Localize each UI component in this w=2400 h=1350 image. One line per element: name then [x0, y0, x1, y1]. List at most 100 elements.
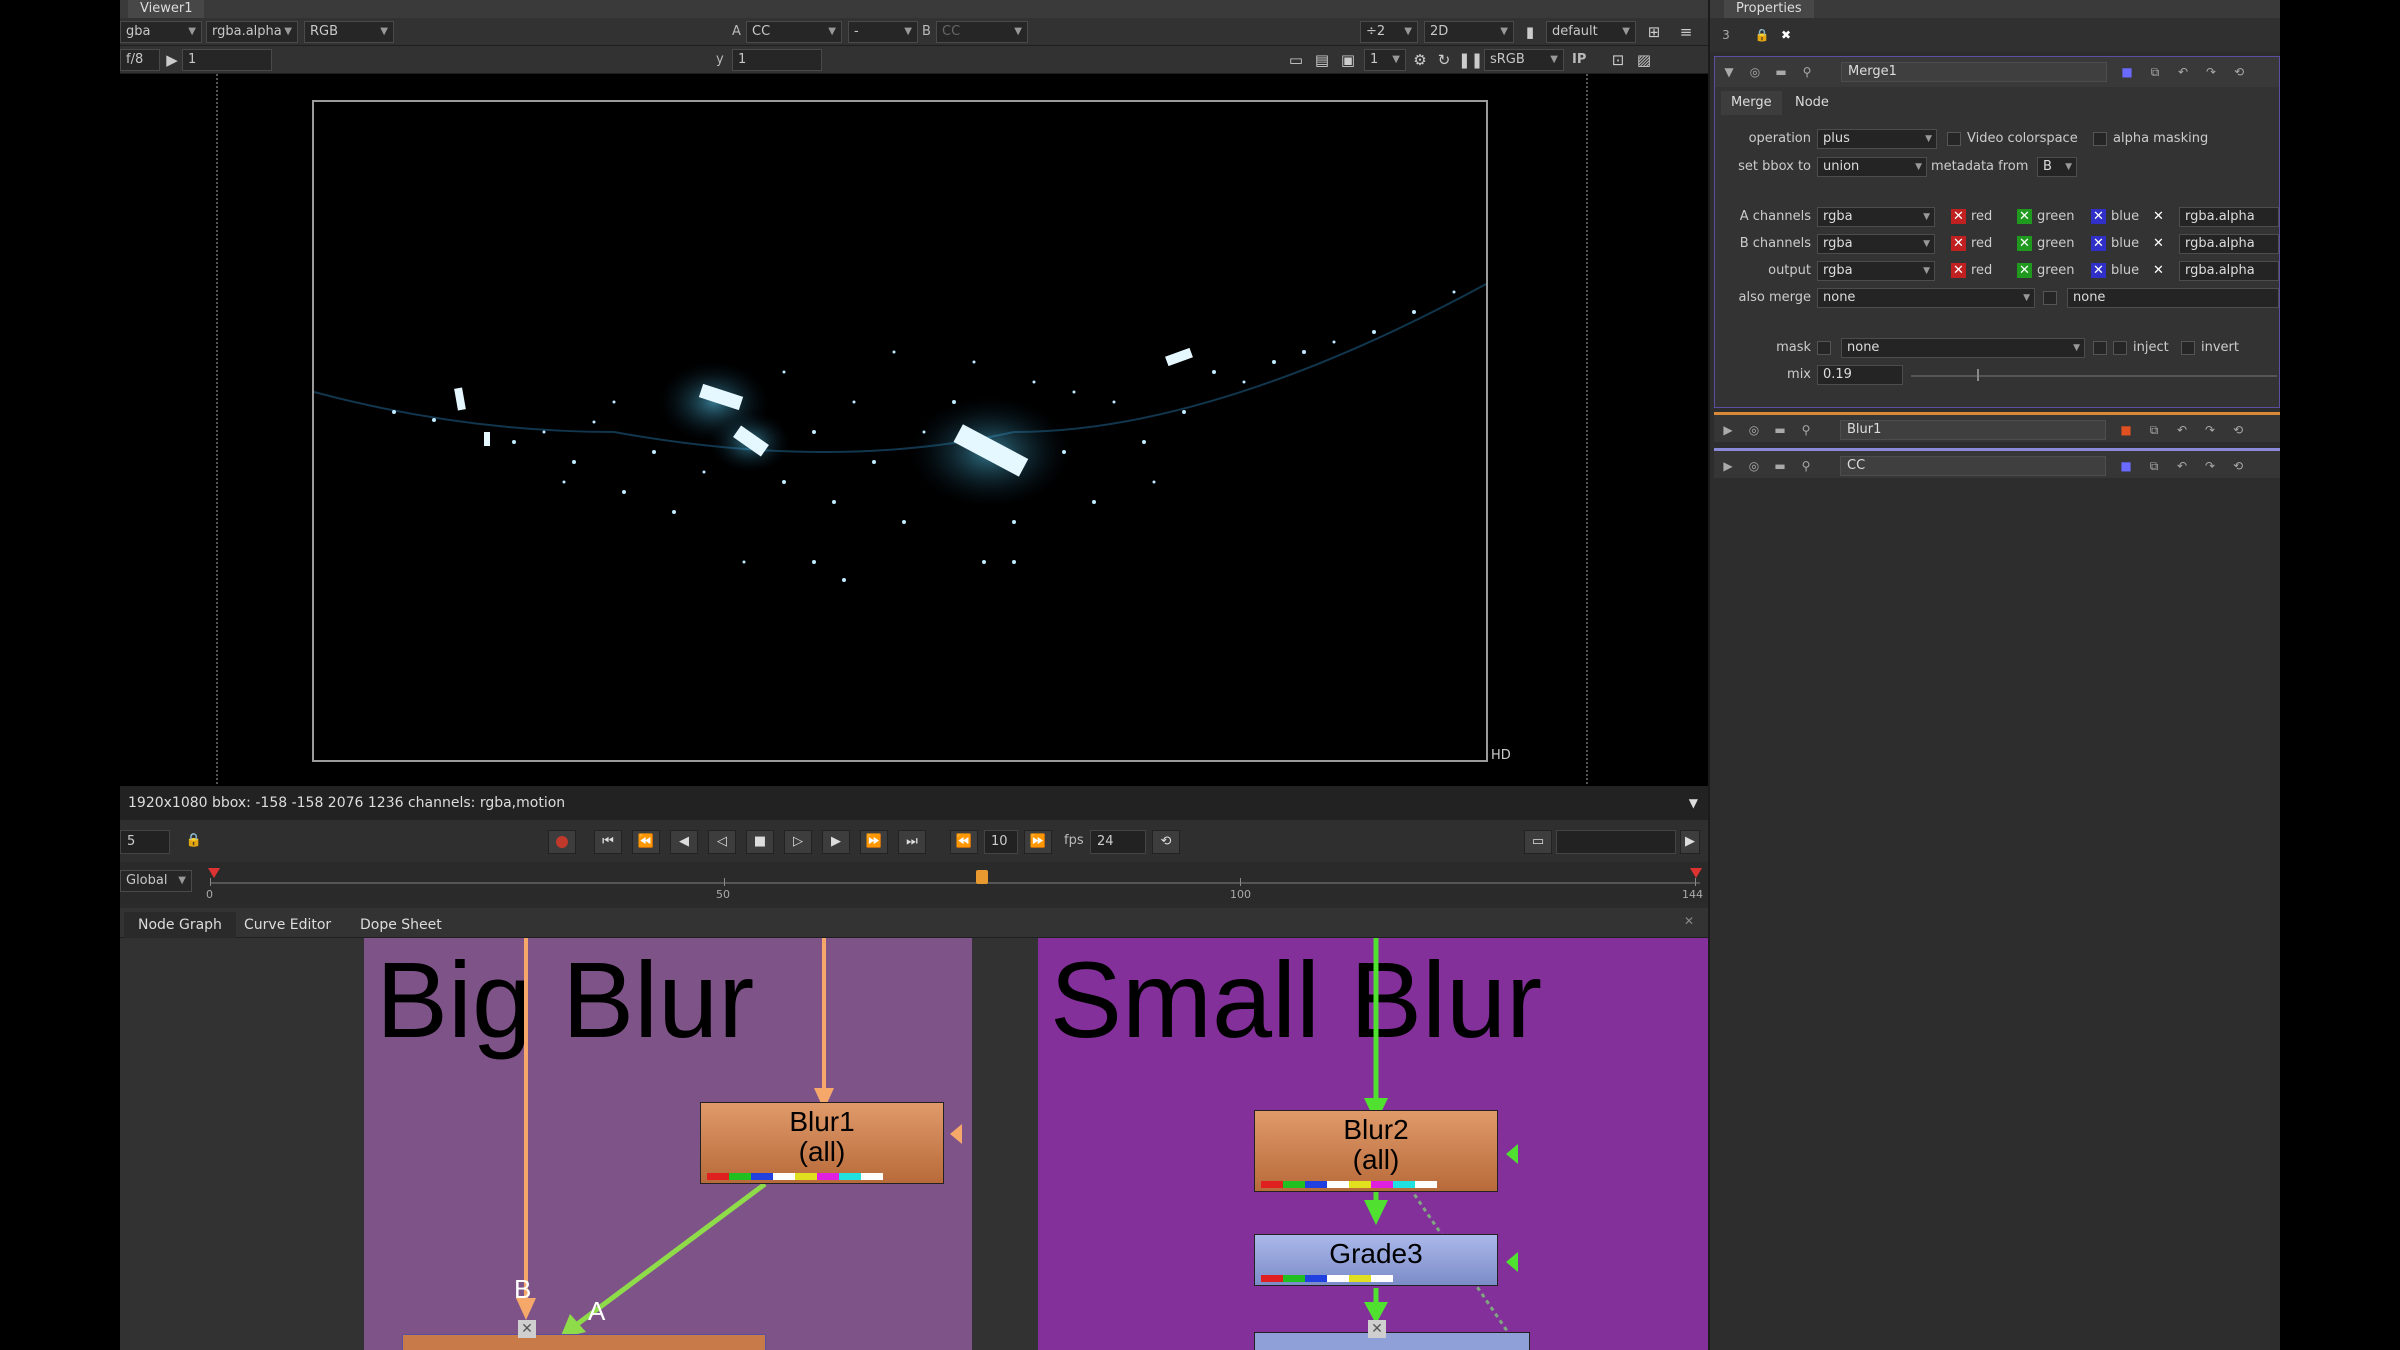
center-icon[interactable]: ◎	[1746, 422, 1762, 438]
mix-field[interactable]: 0.19	[1817, 365, 1903, 385]
operation-dropdown[interactable]: plus ▼	[1817, 129, 1937, 149]
alpha-masking-checkbox[interactable]	[2093, 132, 2107, 146]
loop-icon[interactable]: ⟲	[1152, 830, 1180, 854]
a-channels-dropdown[interactable]: rgba ▼	[1817, 207, 1935, 227]
menu-icon[interactable]: ≡	[1676, 22, 1696, 42]
prev-frame-button[interactable]: ◀	[670, 830, 698, 854]
step-field[interactable]: 10	[984, 830, 1018, 854]
grade3-node[interactable]: Grade3	[1254, 1234, 1498, 1286]
b-green-checkbox[interactable]: ✕	[2017, 236, 2032, 251]
clear-panels-icon[interactable]: ✖	[1778, 27, 1794, 43]
zoom-dropdown[interactable]: 1 ▼	[1364, 49, 1406, 71]
viewer-tab[interactable]: Viewer1	[128, 0, 205, 18]
monitor-icon[interactable]: ▭	[1524, 830, 1552, 854]
stripe-icon[interactable]: ▨	[1634, 50, 1654, 70]
max-panels-field[interactable]: 3	[1718, 27, 1734, 43]
float-icon[interactable]: ▬	[1772, 422, 1788, 438]
mix-slider[interactable]	[1911, 375, 2277, 377]
range-arrow-icon[interactable]: ▶	[1680, 830, 1700, 854]
colorspace-dropdown[interactable]: sRGB ▼	[1484, 49, 1564, 71]
invert-checkbox[interactable]	[2181, 341, 2195, 355]
expand-arrow-icon[interactable]: ▶	[1720, 458, 1736, 474]
out-point-marker[interactable]	[1690, 868, 1702, 878]
b-alpha-checkbox[interactable]: ✕	[2151, 236, 2166, 251]
b-channels-dropdown[interactable]: rgba ▼	[1817, 234, 1935, 254]
undo-icon[interactable]: ↶	[2174, 458, 2190, 474]
tab-node[interactable]: Node	[1785, 91, 1839, 115]
video-colorspace-checkbox[interactable]	[1947, 132, 1961, 146]
bookmark-icon[interactable]: ⧉	[2147, 64, 2163, 80]
a-alpha-field[interactable]: rgba.alpha	[2179, 207, 2279, 227]
clip-icon[interactable]: ▮	[1520, 22, 1540, 42]
lock-icon[interactable]: 🔒	[1754, 27, 1770, 43]
bookmark-icon[interactable]: ⧉	[2146, 422, 2162, 438]
collapse-arrow-icon[interactable]: ▼	[1721, 64, 1737, 80]
next-frame-button[interactable]: ▶	[822, 830, 850, 854]
output-dropdown[interactable]: rgba ▼	[1817, 261, 1935, 281]
mask-settings-icon[interactable]	[2093, 341, 2107, 355]
composite-dropdown[interactable]: - ▼	[848, 21, 918, 43]
pause-icon[interactable]: ❚❚	[1458, 50, 1483, 70]
prev-keyframe-button[interactable]: ⏪	[632, 830, 660, 854]
out-alpha-checkbox[interactable]: ✕	[2151, 263, 2166, 278]
a-green-checkbox[interactable]: ✕	[2017, 209, 2032, 224]
b-red-checkbox[interactable]: ✕	[1951, 236, 1966, 251]
first-frame-button[interactable]: ⏮	[594, 830, 622, 854]
reset-icon[interactable]: ⟲	[2230, 422, 2246, 438]
b-alpha-field[interactable]: rgba.alpha	[2179, 234, 2279, 254]
roi-icon[interactable]: ⊞	[1644, 22, 1664, 42]
step-forward-button[interactable]: ⏩	[1024, 830, 1052, 854]
play-backward-button[interactable]: ◁	[708, 830, 736, 854]
alpha-channel-dropdown[interactable]: rgba.alpha ▼	[206, 21, 298, 43]
viewer-canvas[interactable]: HD	[120, 74, 1708, 784]
merge-input-b-dot[interactable]: ✕	[518, 1320, 536, 1338]
last-frame-button[interactable]: ⏭	[898, 830, 926, 854]
a-blue-checkbox[interactable]: ✕	[2091, 209, 2106, 224]
record-button[interactable]	[548, 830, 576, 854]
proxy-dropdown[interactable]: ÷2 ▼	[1360, 21, 1418, 43]
undo-icon[interactable]: ↶	[2174, 422, 2190, 438]
next-keyframe-button[interactable]: ⏩	[860, 830, 888, 854]
bbox-dropdown[interactable]: union ▼	[1817, 157, 1927, 177]
mix-slider-handle[interactable]	[1977, 369, 1979, 381]
scope-dropdown[interactable]: Global ▼	[120, 870, 192, 892]
node-color-icon[interactable]: ⚲	[1798, 422, 1814, 438]
center-icon[interactable]: ◎	[1746, 458, 1762, 474]
redo-icon[interactable]: ↷	[2202, 458, 2218, 474]
wipe-icon[interactable]: ⊡	[1608, 50, 1628, 70]
in-point-marker[interactable]	[208, 868, 220, 878]
playback-range-field[interactable]	[1556, 830, 1676, 854]
input-a-dropdown[interactable]: CC ▼	[746, 21, 842, 43]
overlay-icon[interactable]: ▤	[1312, 50, 1332, 70]
close-icon[interactable]: ✕	[1684, 914, 1694, 928]
channels-dropdown[interactable]: gba ▼	[120, 21, 202, 43]
proxy-icon[interactable]: ▣	[1338, 50, 1358, 70]
mask-checkbox[interactable]	[1817, 341, 1831, 355]
gain-field[interactable]: 1	[182, 49, 272, 71]
ip-button[interactable]: IP	[1572, 49, 1586, 71]
undo-icon[interactable]: ↶	[2175, 64, 2191, 80]
mask-dropdown[interactable]: none ▼	[1841, 338, 2085, 358]
redo-icon[interactable]: ↷	[2202, 422, 2218, 438]
b-blue-checkbox[interactable]: ✕	[2091, 236, 2106, 251]
color-icon[interactable]: ■	[2119, 64, 2135, 80]
lock-icon[interactable]: 🔒	[180, 830, 208, 854]
color-icon[interactable]: ■	[2118, 422, 2134, 438]
node-color-icon[interactable]: ⚲	[1799, 64, 1815, 80]
playhead[interactable]	[976, 870, 988, 884]
step-back-button[interactable]: ⏪	[950, 830, 978, 854]
center-icon[interactable]: ◎	[1747, 64, 1763, 80]
info-menu-icon[interactable]: ▼	[1689, 786, 1698, 820]
play-arrow-icon[interactable]: ▶	[162, 50, 182, 70]
out-blue-checkbox[interactable]: ✕	[2091, 263, 2106, 278]
out-alpha-field[interactable]: rgba.alpha	[2179, 261, 2279, 281]
out-red-checkbox[interactable]: ✕	[1951, 263, 1966, 278]
bookmark-icon[interactable]: ⧉	[2146, 458, 2162, 474]
fps-field[interactable]: 24	[1090, 830, 1146, 854]
out-green-checkbox[interactable]: ✕	[2017, 263, 2032, 278]
merge1-node[interactable]	[402, 1334, 766, 1350]
gear-icon[interactable]: ⚙	[1410, 50, 1430, 70]
play-forward-button[interactable]: ▷	[784, 830, 812, 854]
blur2-node[interactable]: Blur2 (all)	[1254, 1110, 1498, 1192]
expand-arrow-icon[interactable]: ▶	[1720, 422, 1736, 438]
